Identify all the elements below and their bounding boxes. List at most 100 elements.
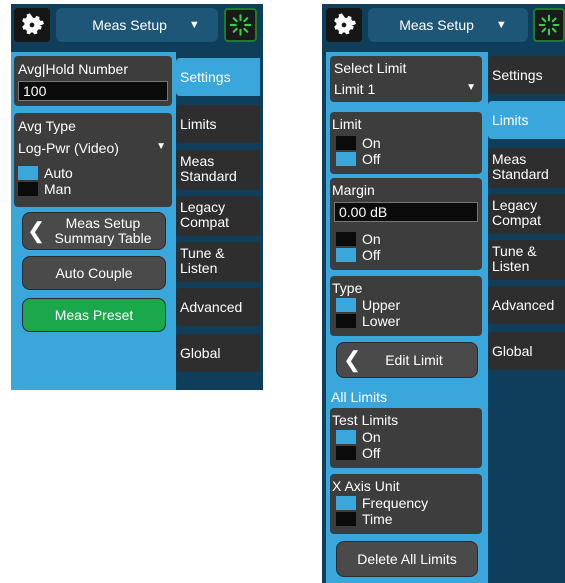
tab-tune-listen[interactable]: Tune & Listen <box>176 242 260 282</box>
margin-label: Margin <box>332 182 375 198</box>
off-switch <box>336 248 356 262</box>
off-switch <box>336 152 356 166</box>
on-switch <box>336 232 356 246</box>
x-axis-unit-label: X Axis Unit <box>332 478 400 494</box>
tab-global[interactable]: Global <box>176 334 260 372</box>
tab-label: Advanced <box>492 297 555 313</box>
tab-label-2: Listen <box>180 260 218 276</box>
frequency-switch <box>336 496 356 510</box>
margin-group: Margin 0.00 dB On Off <box>330 178 482 270</box>
tab-label-2: Listen <box>492 258 530 274</box>
edit-limit-label: Edit Limit <box>385 351 443 368</box>
select-limit-value: Limit 1 <box>334 81 376 97</box>
select-limit-dropdown[interactable]: Limit 1 ▼ <box>334 81 478 97</box>
off-label: Off <box>362 445 381 461</box>
settings-gear-button[interactable] <box>14 8 50 42</box>
tab-legacy-compat[interactable]: Legacy Compat <box>176 196 260 236</box>
test-limits-label: Test Limits <box>332 412 399 428</box>
test-limits-group: Test Limits On Off <box>330 408 482 468</box>
tab-label: Global <box>180 345 221 361</box>
tab-label: Settings <box>492 67 543 83</box>
auto-label: Auto <box>44 165 73 181</box>
gear-icon <box>334 13 356 35</box>
tab-legacy-compat[interactable]: Legacy Compat <box>488 194 565 234</box>
select-limit-label: Select Limit <box>334 60 407 76</box>
on-label: On <box>362 135 381 151</box>
meas-setup-header-button[interactable]: Meas Setup ▼ <box>368 8 528 42</box>
tab-global[interactable]: Global <box>488 332 565 370</box>
tab-settings[interactable]: Settings <box>176 58 260 96</box>
delete-all-limits-button[interactable]: Delete All Limits <box>336 541 478 577</box>
tab-advanced[interactable]: Advanced <box>176 288 260 326</box>
tab-tune-listen[interactable]: Tune & Listen <box>488 240 565 280</box>
spinner-icon <box>538 14 560 36</box>
man-label: Man <box>44 181 72 197</box>
tab-settings[interactable]: Settings <box>488 56 565 94</box>
frequency-label: Frequency <box>362 495 429 511</box>
chevron-down-icon: ▼ <box>495 19 507 31</box>
edit-limit-button[interactable]: ❮ Edit Limit <box>336 342 478 378</box>
header-title: Meas Setup <box>92 17 167 33</box>
tab-label: Tune & <box>492 243 537 259</box>
lower-switch <box>336 314 356 328</box>
time-switch <box>336 512 356 526</box>
on-label: On <box>362 231 381 247</box>
auto-switch <box>18 166 38 180</box>
spinner-icon <box>229 14 252 36</box>
auto-couple-button[interactable]: Auto Couple <box>22 256 166 290</box>
on-switch <box>336 136 356 150</box>
header-title: Meas Setup <box>399 17 474 33</box>
tab-label-2: Compat <box>180 214 230 230</box>
summary-line2: Summary Table <box>54 230 152 246</box>
tab-limits[interactable]: Limits <box>488 101 565 139</box>
chevron-down-icon: ▼ <box>188 19 200 31</box>
tab-label-2: Compat <box>492 212 542 228</box>
chevron-left-icon: ❮ <box>27 218 46 243</box>
tab-label: Advanced <box>180 299 243 315</box>
avg-hold-input[interactable]: 100 <box>18 81 168 101</box>
type-label: Type <box>332 280 363 296</box>
tab-label: Limits <box>492 112 529 128</box>
tab-meas-standard[interactable]: Meas Standard <box>488 148 565 188</box>
upper-label: Upper <box>362 297 401 313</box>
tab-label: Meas <box>180 153 215 169</box>
meas-setup-summary-table-button[interactable]: ❮ Meas Setup Summary Table <box>22 212 166 250</box>
avg-hold-group: Avg|Hold Number 100 <box>14 56 172 106</box>
tab-meas-standard[interactable]: Meas Standard <box>176 150 260 190</box>
meas-preset-button[interactable]: Meas Preset <box>22 298 166 332</box>
settings-gear-button[interactable] <box>326 8 362 42</box>
off-label: Off <box>362 151 381 167</box>
on-switch <box>336 430 356 444</box>
avg-type-label: Avg Type <box>18 118 76 134</box>
x-axis-unit-group: X Axis Unit Frequency Time <box>330 474 482 534</box>
chevron-left-icon: ❮ <box>343 347 362 372</box>
tab-limits[interactable]: Limits <box>176 105 260 143</box>
limit-label: Limit <box>332 116 362 132</box>
time-label: Time <box>362 511 393 527</box>
avg-type-dropdown[interactable]: Log-Pwr (Video) ▼ <box>18 140 168 156</box>
chevron-down-icon: ▼ <box>156 141 166 152</box>
tab-advanced[interactable]: Advanced <box>488 286 565 324</box>
upper-switch <box>336 298 356 312</box>
off-switch <box>336 446 356 460</box>
margin-input[interactable]: 0.00 dB <box>334 202 478 222</box>
tab-label: Global <box>492 343 533 359</box>
tab-label-2: Standard <box>180 168 237 184</box>
avg-type-group: Avg Type Log-Pwr (Video) ▼ Auto Man <box>14 113 172 207</box>
tab-label: Tune & <box>180 245 225 261</box>
tab-label: Meas <box>492 151 527 167</box>
tab-label: Limits <box>180 116 217 132</box>
limit-group: Limit On Off <box>330 112 482 174</box>
avg-type-value: Log-Pwr (Video) <box>18 140 119 156</box>
busy-indicator <box>224 8 257 42</box>
tab-label-2: Standard <box>492 166 549 182</box>
chevron-down-icon: ▼ <box>466 82 476 93</box>
meas-setup-header-button[interactable]: Meas Setup ▼ <box>56 8 218 42</box>
gear-icon <box>22 13 44 35</box>
tab-label: Legacy <box>492 197 538 213</box>
busy-indicator <box>533 8 565 42</box>
avg-hold-label: Avg|Hold Number <box>18 61 128 77</box>
man-switch <box>18 182 38 196</box>
tab-label: Legacy <box>180 199 226 215</box>
summary-line1: Meas Setup <box>65 215 141 231</box>
